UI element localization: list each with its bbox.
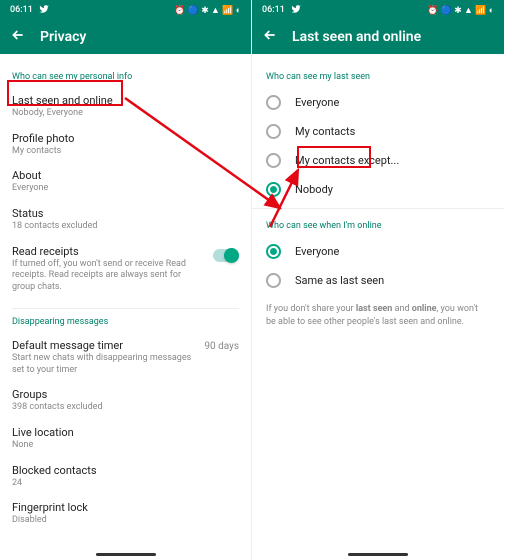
item-title: Status (12, 207, 239, 220)
item-subtitle: My contacts (12, 146, 239, 158)
radio-label: Nobody (295, 183, 333, 196)
item-subtitle: 18 contacts excluded (12, 221, 239, 233)
radio-label: Everyone (295, 96, 339, 109)
status-bar: 06:11 ⏰ 🔵 ✱ ▲ 📶 ◐ (252, 0, 504, 20)
item-subtitle: Start new chats with disappearing messag… (12, 353, 196, 376)
radio-label: Everyone (295, 245, 339, 258)
privacy-content: Who can see my personal info Last seen a… (0, 54, 251, 560)
radio-everyone[interactable]: Everyone (266, 88, 490, 117)
twitter-icon (39, 4, 49, 17)
radio-label: Same as last seen (295, 274, 384, 287)
back-icon[interactable] (10, 27, 26, 47)
radio-icon (266, 124, 281, 139)
item-title: Default message timer (12, 339, 196, 352)
radio-icon (266, 182, 281, 197)
item-subtitle: Nobody, Everyone (12, 108, 239, 120)
item-title: Blocked contacts (12, 464, 239, 477)
appbar-last-seen: Last seen and online (252, 20, 504, 54)
phone-left-privacy: 06:11 ⏰ 🔵 ✱ ▲ 📶 ◐ Privacy Who can see my… (0, 0, 252, 560)
item-title: Last seen and online (12, 94, 239, 107)
item-subtitle: 398 contacts excluded (12, 402, 239, 414)
radio-online-everyone[interactable]: Everyone (266, 237, 490, 266)
item-title: Profile photo (12, 132, 239, 145)
status-icons: ⏰ 🔵 ✱ ▲ 📶 ◐ (174, 5, 241, 16)
section-who-last-seen: Who can see my last seen (266, 72, 490, 82)
item-live-location[interactable]: Live location None (12, 420, 239, 458)
nav-pill[interactable] (348, 553, 408, 556)
item-subtitle: 24 (12, 478, 239, 490)
radio-my-contacts[interactable]: My contacts (266, 117, 490, 146)
radio-label: My contacts (295, 125, 355, 138)
item-read-receipts[interactable]: Read receipts If turned off, you won't s… (12, 239, 239, 300)
item-title: Live location (12, 426, 239, 439)
item-subtitle: Everyone (12, 183, 239, 195)
item-about[interactable]: About Everyone (12, 163, 239, 201)
radio-my-contacts-except[interactable]: My contacts except... (266, 146, 490, 175)
item-status[interactable]: Status 18 contacts excluded (12, 201, 239, 239)
item-title: About (12, 169, 239, 182)
section-who-online: Who can see when I'm online (266, 221, 490, 231)
status-time: 06:11 (10, 5, 33, 15)
twitter-icon (291, 4, 301, 17)
item-fingerprint[interactable]: Fingerprint lock Disabled (12, 495, 239, 533)
item-profile-photo[interactable]: Profile photo My contacts (12, 126, 239, 164)
radio-icon (266, 244, 281, 259)
item-title: Fingerprint lock (12, 501, 239, 514)
item-title: Groups (12, 388, 239, 401)
note: If you don't share your last seen and on… (266, 295, 490, 336)
item-blocked[interactable]: Blocked contacts 24 (12, 458, 239, 496)
nav-pill[interactable] (96, 553, 156, 556)
back-icon[interactable] (262, 27, 278, 47)
radio-same-as-last-seen[interactable]: Same as last seen (266, 266, 490, 295)
item-title: Read receipts (12, 245, 205, 258)
item-value: 90 days (204, 341, 239, 352)
section-disappearing: Disappearing messages (12, 317, 239, 327)
radio-icon (266, 153, 281, 168)
page-title: Privacy (40, 29, 86, 45)
item-groups[interactable]: Groups 398 contacts excluded (12, 382, 239, 420)
radio-label: My contacts except... (295, 154, 399, 167)
item-subtitle: None (12, 440, 239, 452)
status-time: 06:11 (262, 5, 285, 15)
item-subtitle: Disabled (12, 515, 239, 527)
divider (12, 308, 239, 309)
radio-nobody[interactable]: Nobody (266, 175, 490, 204)
item-last-seen[interactable]: Last seen and online Nobody, Everyone (12, 88, 239, 126)
radio-icon (266, 273, 281, 288)
divider (252, 208, 504, 209)
status-icons: ⏰ 🔵 ✱ ▲ 📶 ◐ (427, 5, 494, 16)
radio-icon (266, 95, 281, 110)
item-subtitle: If turned off, you won't send or receive… (12, 259, 205, 294)
phone-right-last-seen: 06:11 ⏰ 🔵 ✱ ▲ 📶 ◐ Last seen and online W… (252, 0, 504, 560)
item-default-timer[interactable]: Default message timer Start new chats wi… (12, 333, 239, 382)
section-personal-info: Who can see my personal info (12, 72, 239, 82)
page-title: Last seen and online (292, 29, 421, 45)
read-receipts-switch[interactable] (213, 249, 239, 262)
appbar-privacy: Privacy (0, 20, 251, 54)
last-seen-content: Who can see my last seen Everyone My con… (252, 54, 504, 560)
status-bar: 06:11 ⏰ 🔵 ✱ ▲ 📶 ◐ (0, 0, 251, 20)
